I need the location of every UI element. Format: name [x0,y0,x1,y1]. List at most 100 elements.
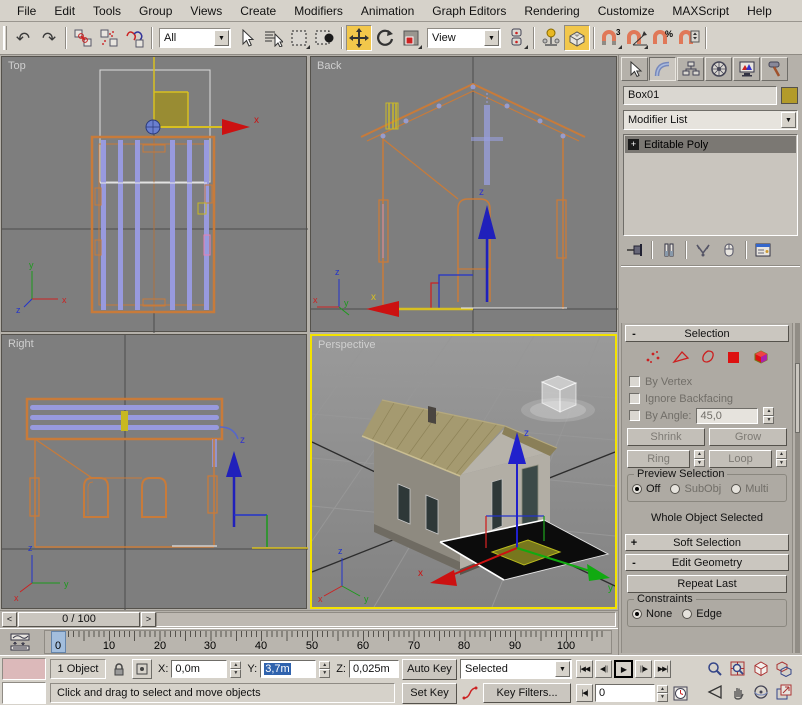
rollout-selection-header[interactable]: - Selection [625,325,789,342]
menu-group[interactable]: Group [130,1,181,21]
viewport-perspective[interactable]: Perspective [310,334,617,609]
border-subobject-icon[interactable] [700,349,716,365]
modifier-list-dropdown[interactable]: Modifier List ▼ [623,110,798,130]
by-vertex-checkbox[interactable] [629,376,640,387]
shrink-button[interactable]: Shrink [627,428,705,446]
go-to-start-button[interactable]: |◀◀ [576,660,593,678]
select-and-manipulate-button[interactable] [538,25,564,51]
by-angle-checkbox[interactable] [629,410,640,421]
loop-spinner[interactable]: ▲▼ [776,450,787,467]
previous-frame-button[interactable]: ◀| | [595,660,612,678]
set-key-button[interactable]: Set Key [402,683,457,704]
viewport-perspective-label[interactable]: Perspective [318,339,375,351]
tab-hierarchy[interactable] [677,57,704,81]
x-coordinate-field[interactable]: 0,0m [171,660,227,678]
ring-spinner[interactable]: ▲▼ [694,450,705,467]
select-by-name-button[interactable] [260,25,286,51]
element-subobject-icon[interactable] [752,349,770,365]
grow-button[interactable]: Grow [709,428,787,446]
menu-views[interactable]: Views [181,1,231,21]
auto-key-button[interactable]: Auto Key [402,659,457,680]
window-crossing-button[interactable] [312,25,338,51]
modifier-stack[interactable]: + Editable Poly [623,134,798,236]
rollout-edit-geometry-header[interactable]: - Edit Geometry [625,554,789,571]
key-mode-toggle-button[interactable]: |◀| [576,684,593,702]
tab-utilities[interactable] [761,57,788,81]
select-and-link-button[interactable] [70,25,96,51]
select-and-scale-button[interactable] [398,25,424,51]
constraint-none-radio[interactable]: None [632,608,672,620]
z-coordinate-field[interactable]: 0,025m [349,660,399,678]
show-end-result-button[interactable] [657,240,681,261]
rectangular-selection-region-button[interactable] [286,25,312,51]
spinner-snap-button[interactable] [676,25,702,51]
previous-frame-button[interactable]: < [2,612,17,627]
menu-animation[interactable]: Animation [352,1,423,21]
zoom-extents-all-button[interactable] [773,658,795,680]
object-color-swatch[interactable] [781,87,798,104]
viewport-back-label[interactable]: Back [317,60,341,72]
y-spinner[interactable]: ▲▼ [319,661,330,678]
open-mini-curve-editor-button[interactable] [3,631,37,652]
menu-customize[interactable]: Customize [589,1,664,21]
by-angle-field[interactable]: 45,0 [696,408,758,424]
viewport-back[interactable]: Back [310,56,617,332]
macro-recorder-pane[interactable] [2,658,46,680]
key-filters-button[interactable]: Key Filters... [483,683,571,703]
zoom-all-button[interactable] [727,658,749,680]
viewport-top[interactable]: Top x [1,56,307,332]
next-frame-button[interactable]: > [141,612,156,627]
maxscript-listener-pane[interactable] [2,682,46,704]
current-frame-field[interactable]: 0 [595,684,655,702]
pin-stack-button[interactable] [623,240,647,261]
menu-modifiers[interactable]: Modifiers [285,1,352,21]
expand-icon[interactable]: + [628,139,639,150]
redo-button[interactable]: ↷ [36,25,62,51]
selection-filter-dropdown[interactable]: All ▼ [159,28,231,48]
panel-scrollbar[interactable] [795,323,800,653]
absolute-offset-toggle[interactable] [132,659,152,679]
time-slider-track[interactable] [156,612,616,627]
pan-button[interactable] [727,681,749,703]
unlink-selection-button[interactable] [96,25,122,51]
use-pivot-point-center-button[interactable] [504,25,530,51]
menu-tools[interactable]: Tools [84,1,130,21]
selection-lock-button[interactable] [109,659,129,679]
make-unique-button[interactable] [691,240,715,261]
arc-rotate-button[interactable] [750,681,772,703]
preview-subobj-radio[interactable]: SubObj [670,483,721,495]
play-animation-button[interactable]: ▶ [614,660,633,678]
menu-edit[interactable]: Edit [45,1,84,21]
select-and-move-button[interactable] [346,25,372,51]
viewport-right-label[interactable]: Right [8,338,34,350]
loop-button[interactable]: Loop [709,450,772,468]
rollout-soft-selection-header[interactable]: + Soft Selection [625,534,789,551]
select-and-rotate-button[interactable] [372,25,398,51]
angle-snap-button[interactable] [624,25,650,51]
percent-snap-button[interactable]: % [650,25,676,51]
min-max-toggle-button[interactable] [773,681,795,703]
key-mode-dropdown[interactable]: Selected ▼ [460,659,572,679]
menu-create[interactable]: Create [231,1,285,21]
snaps-toggle-button[interactable]: 3 [598,25,624,51]
polygon-subobject-icon[interactable] [726,349,742,365]
ignore-backfacing-checkbox[interactable] [629,393,640,404]
tab-modify[interactable] [649,57,676,81]
by-angle-spinner[interactable]: ▲▼ [763,407,774,424]
viewport-top-label[interactable]: Top [8,60,26,72]
object-name-field[interactable]: Box01 [623,86,777,105]
track-bar-ruler[interactable]: 0 10 20 30 40 50 60 70 80 90 100 [44,630,612,654]
scrollbar-handle[interactable] [795,363,800,433]
go-to-end-button[interactable]: ▶▶| [654,660,671,678]
vertex-subobject-icon[interactable] [644,349,662,365]
preview-off-radio[interactable]: Off [632,483,660,495]
constraint-edge-radio[interactable]: Edge [682,608,722,620]
menu-graph-editors[interactable]: Graph Editors [423,1,515,21]
remove-modifier-button[interactable] [717,240,741,261]
tab-motion[interactable] [705,57,732,81]
repeat-last-button[interactable]: Repeat Last [627,575,787,593]
time-configuration-button[interactable] [670,683,690,703]
reference-coordinate-dropdown[interactable]: View ▼ [427,28,501,48]
x-spinner[interactable]: ▲▼ [230,661,241,678]
stack-item-editable-poly[interactable]: + Editable Poly [625,136,796,153]
